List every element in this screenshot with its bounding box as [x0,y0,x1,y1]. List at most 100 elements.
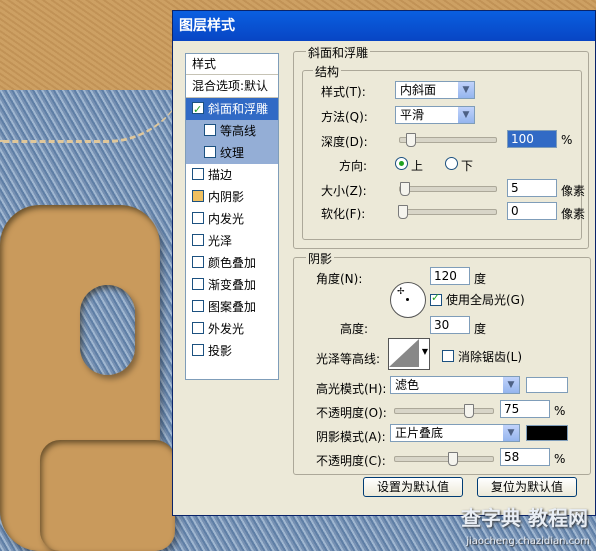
depth-slider-thumb[interactable] [406,133,416,147]
soften-input[interactable]: 0 [507,202,557,220]
crosshair-icon: ✢ [397,287,405,297]
depth-value: 100 [511,132,534,146]
watermark-title: 查字典 教程网 [461,506,588,530]
soften-slider[interactable] [398,205,497,219]
gloss-contour-label: 光泽等高线: [316,352,381,366]
satin-label: 光泽 [208,234,233,248]
shading-group: 阴影 角度(N): ✢ 120 度 使用全局光(G) 高度: 30 度 光泽等高… [293,250,591,475]
chevron-down-icon: ▼ [458,107,474,123]
blending-options-item[interactable]: 混合选项:默认 [186,75,278,98]
bevel-emboss-title: 斜面和浮雕 [306,44,371,61]
outer-glow-checkbox[interactable] [192,322,204,334]
inner-glow-checkbox[interactable] [192,212,204,224]
texture-item[interactable]: 纹理 [186,142,278,164]
outer-glow-item[interactable]: 外发光 [186,318,278,340]
shadow-opacity-input[interactable]: 58 [500,448,550,466]
pattern-overlay-item[interactable]: 图案叠加 [186,296,278,318]
shadow-mode-select[interactable]: 正片叠底 ▼ [390,424,520,442]
highlight-mode-value: 滤色 [395,378,420,392]
angle-dial[interactable]: ✢ [390,282,426,318]
gradient-overlay-item[interactable]: 渐变叠加 [186,274,278,296]
size-slider-thumb[interactable] [400,182,410,196]
stroke-checkbox[interactable] [192,168,204,180]
shadow-color-swatch[interactable] [526,425,568,441]
inner-shadow-checkbox[interactable] [192,190,204,202]
altitude-value: 30 [434,318,450,332]
color-overlay-item[interactable]: 颜色叠加 [186,252,278,274]
gradient-overlay-checkbox[interactable] [192,278,204,290]
depth-input[interactable]: 100 [507,130,557,148]
highlight-color-swatch[interactable] [526,377,568,393]
pattern-overlay-checkbox[interactable] [192,300,204,312]
contour-checkbox[interactable] [204,124,216,136]
highlight-opacity-input[interactable]: 75 [500,400,550,418]
make-default-button[interactable]: 设置为默认值 [363,477,463,497]
global-light-label: 使用全局光(G) [446,293,525,307]
texture-checkbox[interactable] [204,146,216,158]
bevel-emboss-item[interactable]: 斜面和浮雕 [186,98,278,121]
gloss-contour-picker[interactable]: ▼ [388,338,430,370]
leather-letter-stem [40,440,175,551]
depth-unit: % [561,133,573,147]
size-slider[interactable] [399,182,497,196]
global-light-checkbox[interactable] [430,291,442,306]
shadow-opacity-slider[interactable] [394,452,494,466]
satin-item[interactable]: 光泽 [186,230,278,252]
pattern-overlay-label: 图案叠加 [208,300,257,314]
inner-shadow-item[interactable]: 内阴影 [186,186,278,208]
drop-shadow-item[interactable]: 投影 [186,340,278,362]
direction-label: 方向: [339,159,368,173]
shadow-opacity-value: 58 [504,450,520,464]
bevel-emboss-label: 斜面和浮雕 [208,102,269,116]
structure-title: 结构 [313,63,342,80]
stroke-item[interactable]: 描边 [186,164,278,186]
drop-shadow-label: 投影 [208,344,233,358]
depth-slider[interactable] [399,133,497,147]
antialias-checkbox[interactable] [442,350,454,362]
bevel-emboss-group: 斜面和浮雕 结构 样式(T): 内斜面 ▼ 方法(Q): 平滑 ▼ 深度(D): 1… [293,44,589,249]
blending-options-label: 混合选项:默认 [192,79,269,93]
shadow-mode-label: 阴影模式(A): [316,430,386,444]
drop-shadow-checkbox[interactable] [192,344,204,356]
chevron-down-icon: ▼ [503,425,519,441]
highlight-mode-label: 高光模式(H): [316,382,387,396]
angle-value: 120 [434,269,457,283]
color-overlay-label: 颜色叠加 [208,256,257,270]
angle-input[interactable]: 120 [430,267,470,285]
soften-slider-thumb[interactable] [398,205,408,219]
highlight-opacity-thumb[interactable] [464,404,474,418]
shadow-mode-value: 正片叠底 [395,426,444,440]
direction-down-radio[interactable] [445,157,458,170]
method-select[interactable]: 平滑 ▼ [395,106,475,124]
highlight-opacity-slider[interactable] [394,404,494,418]
dial-center-dot [406,298,409,301]
style-select[interactable]: 内斜面 ▼ [395,81,475,99]
highlight-opacity-value: 75 [504,402,520,416]
direction-up-radio[interactable] [395,157,408,170]
size-value: 5 [511,181,519,195]
inner-glow-item[interactable]: 内发光 [186,208,278,230]
dialog-title: 图层样式 [173,11,595,41]
leather-letter-hole [80,285,135,375]
styles-header[interactable]: 样式 [186,54,278,75]
soften-label: 软化(F): [321,207,366,221]
size-label: 大小(Z): [321,184,367,198]
highlight-opacity-label: 不透明度(O): [316,406,387,420]
size-input[interactable]: 5 [507,179,557,197]
contour-item[interactable]: 等高线 [186,120,278,142]
shadow-opacity-label: 不透明度(C): [316,454,386,468]
bevel-emboss-checkbox[interactable] [192,99,204,121]
shadow-opacity-thumb[interactable] [448,452,458,466]
reset-default-button[interactable]: 复位为默认值 [477,477,577,497]
gradient-overlay-label: 渐变叠加 [208,278,257,292]
color-overlay-checkbox[interactable] [192,256,204,268]
altitude-input[interactable]: 30 [430,316,470,334]
method-value: 平滑 [400,108,425,122]
structure-group: 结构 样式(T): 内斜面 ▼ 方法(Q): 平滑 ▼ 深度(D): 100 % 方… [302,63,586,240]
style-label: 样式(T): [321,85,366,99]
highlight-mode-select[interactable]: 滤色 ▼ [390,376,520,394]
satin-checkbox[interactable] [192,234,204,246]
angle-label: 角度(N): [316,272,363,286]
contour-label: 等高线 [220,124,257,138]
soften-unit: 像素 [561,207,586,221]
